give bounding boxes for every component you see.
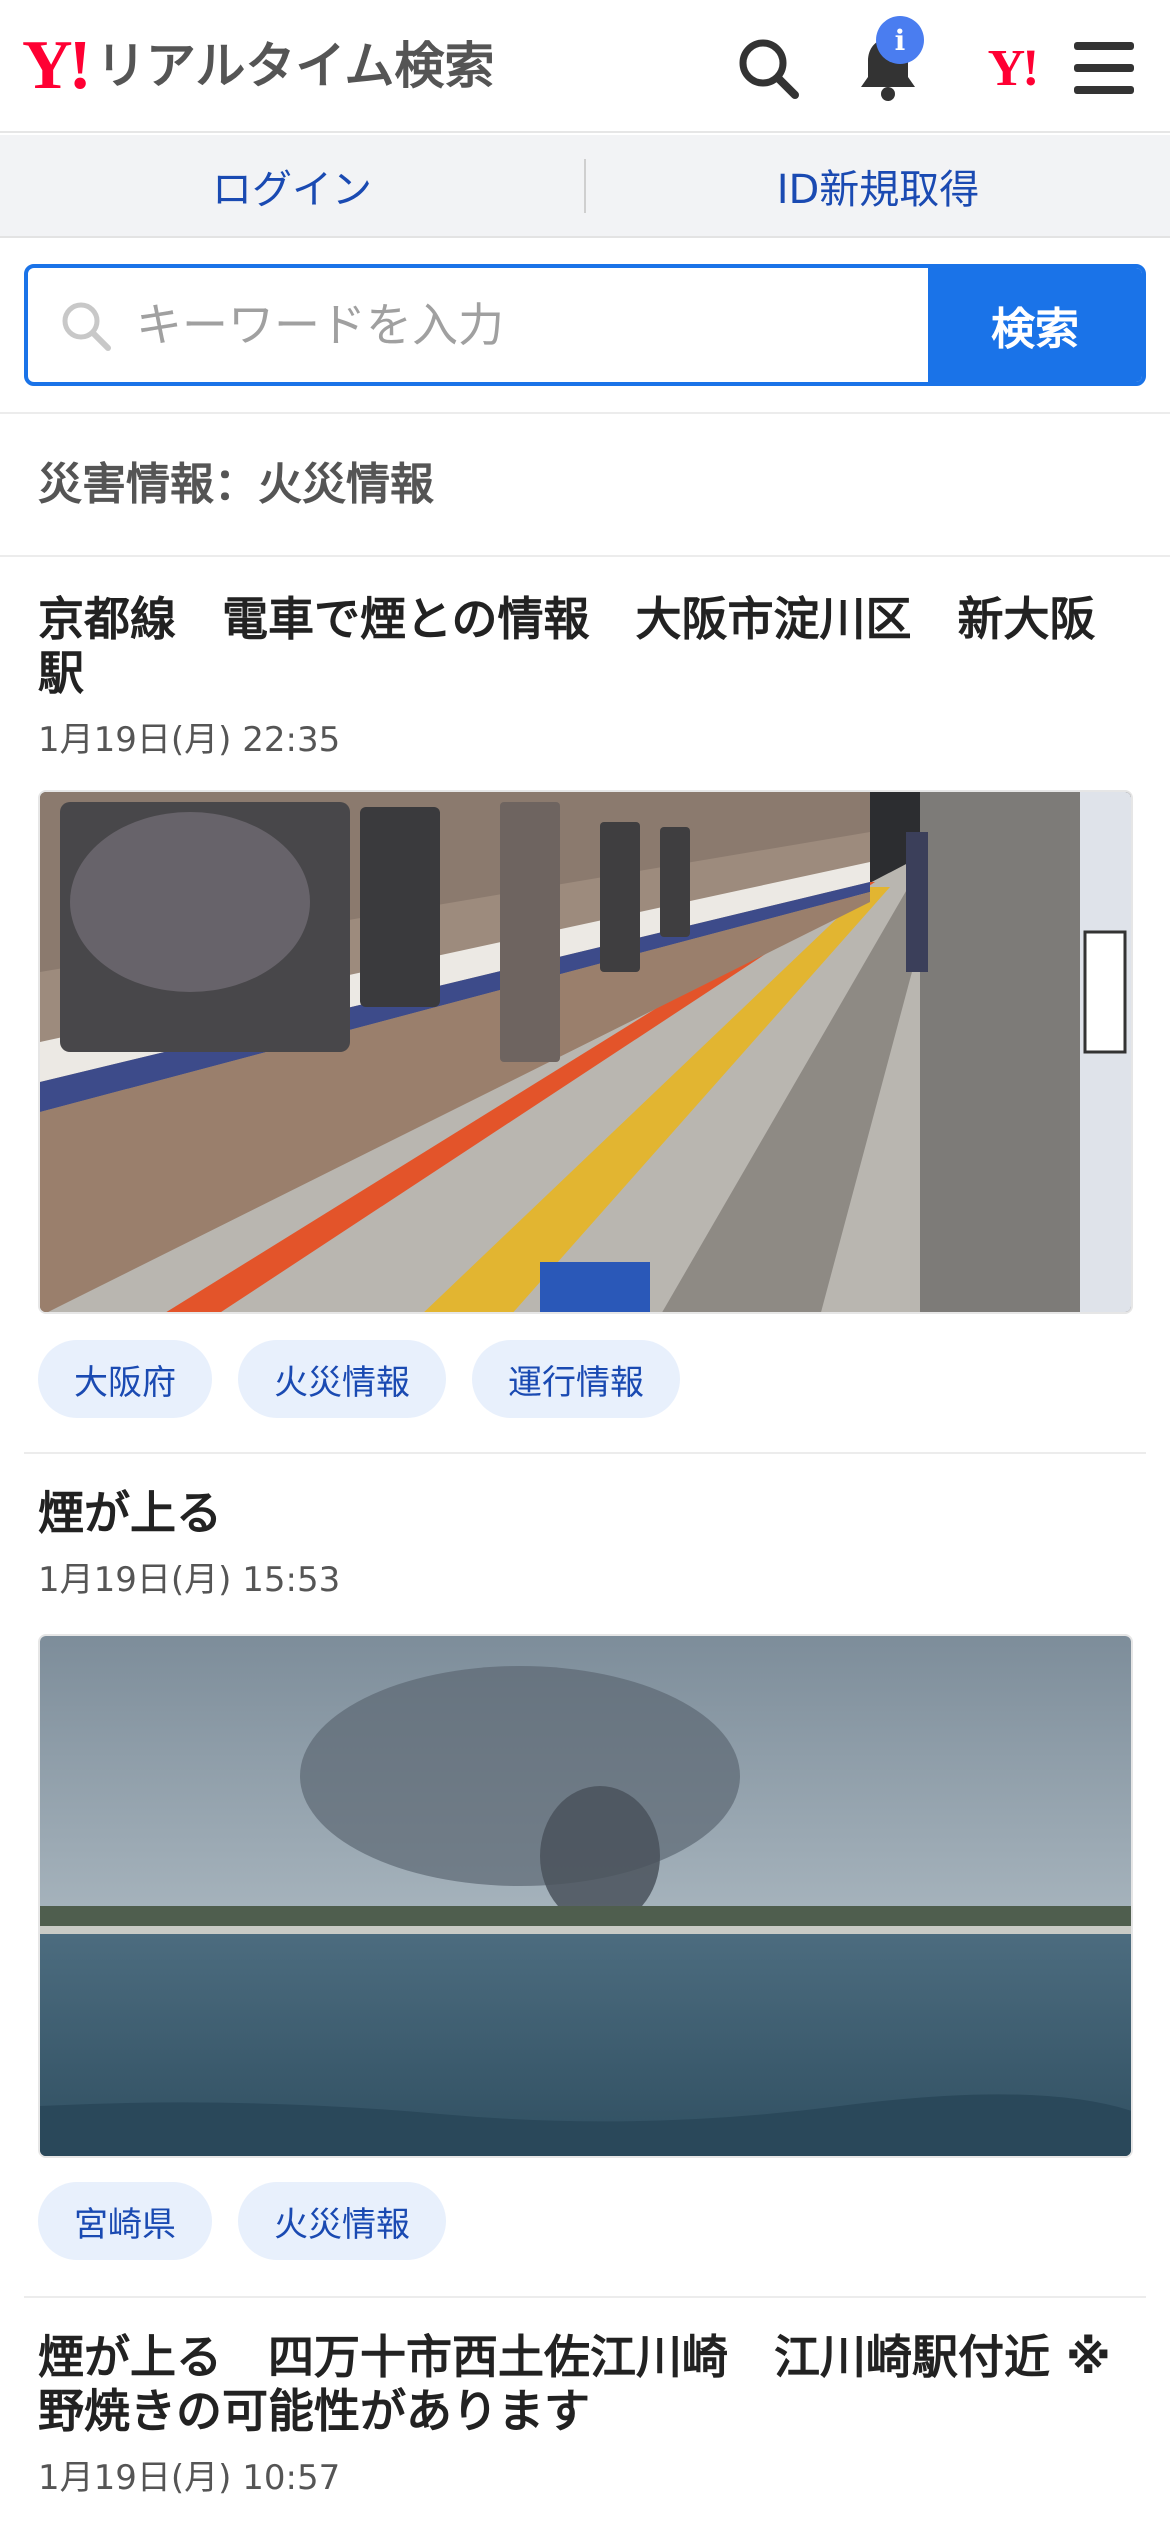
tag-chip[interactable]: 運行情報 — [472, 1340, 680, 1418]
search-field-icon — [62, 302, 111, 351]
divider — [0, 555, 1170, 557]
yahoo-account-icon[interactable]: Y! — [964, 26, 1060, 110]
article-card[interactable]: 煙が上る 1月19日(月) 15:53 宮崎県 火災情報 — [38, 1486, 1133, 2260]
tag-chip[interactable]: 火災情報 — [238, 2182, 446, 2260]
divider — [0, 412, 1170, 414]
article-photo-train-platform[interactable] — [38, 790, 1133, 1314]
divider — [24, 1452, 1146, 1454]
register-link[interactable]: ID新規取得 — [586, 157, 1170, 215]
app-header: Y! リアルタイム検索 i Y! — [0, 0, 1170, 133]
article-photo-smoke-over-sea[interactable] — [38, 1634, 1133, 2158]
article-title[interactable]: 煙が上る — [38, 1486, 1133, 1540]
tag-list: 宮崎県 火災情報 — [38, 2182, 446, 2260]
search-icon[interactable] — [726, 26, 810, 110]
yahoo-mini-logo: Y! — [987, 39, 1040, 97]
article-title[interactable]: 煙が上る 四万十市西土佐江川崎 江川崎駅付近 ※野焼きの可能性があります — [38, 2330, 1133, 2438]
search-button[interactable]: 検索 — [928, 268, 1142, 382]
tag-chip[interactable]: 火災情報 — [238, 1340, 446, 1418]
search-input[interactable] — [134, 297, 874, 353]
app-title: リアルタイム検索 — [95, 37, 495, 95]
section-title: 災害情報：火災情報 — [38, 459, 434, 510]
divider — [24, 2296, 1146, 2298]
menu-icon[interactable] — [1062, 26, 1146, 110]
login-link[interactable]: ログイン — [0, 157, 584, 215]
article-timestamp: 1月19日(月) 15:53 — [38, 1560, 341, 1600]
search-bar: 検索 — [24, 264, 1146, 386]
notification-bell-icon[interactable]: i — [846, 16, 930, 110]
article-title[interactable]: 京都線 電車で煙との情報 大阪市淀川区 新大阪駅 — [38, 592, 1133, 700]
yahoo-realtime-logo[interactable]: Y! リアルタイム検索 — [22, 28, 494, 104]
tag-list: 大阪府 火災情報 運行情報 — [38, 1340, 680, 1418]
notification-badge: i — [876, 16, 924, 64]
article-card[interactable]: 煙が上る 四万十市西土佐江川崎 江川崎駅付近 ※野焼きの可能性があります 1月1… — [38, 2330, 1133, 2499]
article-timestamp: 1月19日(月) 22:35 — [38, 720, 341, 760]
tag-chip[interactable]: 宮崎県 — [38, 2182, 212, 2260]
article-card[interactable]: 京都線 電車で煙との情報 大阪市淀川区 新大阪駅 1月19日(月) 22:35 — [38, 592, 1133, 1418]
auth-bar: ログイン ID新規取得 — [0, 135, 1170, 238]
search-field[interactable] — [28, 268, 928, 382]
article-timestamp: 1月19日(月) 10:57 — [38, 2458, 341, 2498]
tag-chip[interactable]: 大阪府 — [38, 1340, 212, 1418]
yahoo-logo-mark: Y! — [22, 27, 92, 104]
